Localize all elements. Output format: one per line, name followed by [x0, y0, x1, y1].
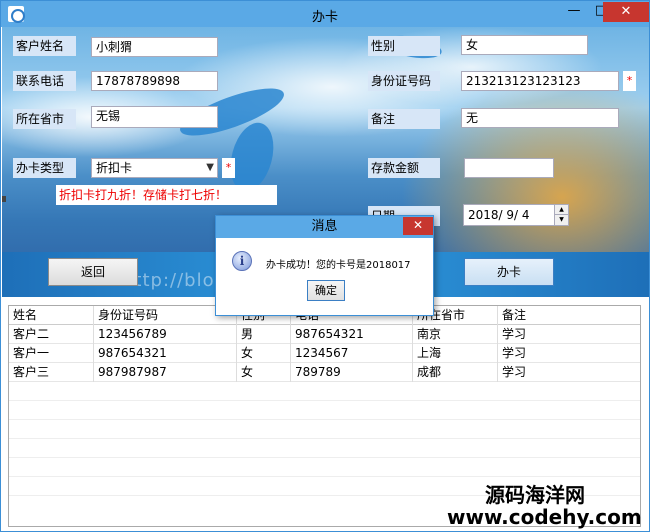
note-field[interactable]: 无 — [461, 108, 619, 128]
ok-button[interactable]: 确定 — [307, 280, 345, 301]
minimize-icon[interactable]: — — [560, 1, 588, 23]
deposit-field[interactable] — [464, 158, 554, 178]
empty-row — [9, 382, 640, 401]
deposit-label: 存款金额 — [368, 158, 440, 178]
empty-row — [9, 401, 640, 420]
cell-note: 学习 — [502, 365, 527, 379]
empty-row — [9, 420, 640, 439]
id-required-mark: * — [623, 71, 636, 91]
dialog-title: 消息 — [216, 216, 433, 238]
site-watermark-cn: 源码海洋网 — [485, 483, 585, 507]
card-type-value: 折扣卡 — [96, 161, 133, 175]
cell-phone: 1234567 — [291, 344, 413, 363]
window-title: 办卡 — [311, 10, 338, 25]
empty-row — [9, 439, 640, 458]
cell-gender: 女 — [237, 363, 291, 382]
gender-label: 性别 — [368, 36, 440, 56]
gender-field[interactable]: 女 — [461, 35, 588, 55]
name-label: 客户姓名 — [13, 36, 76, 56]
card-type-select[interactable]: 折扣卡 ▼ — [91, 158, 218, 178]
cell-id: 987654321 — [94, 344, 237, 363]
discount-hint: 折扣卡打九折！存储卡打七折！ — [56, 185, 277, 205]
cell-city: 成都 — [413, 363, 498, 382]
cell-note: 学习 — [502, 346, 527, 360]
dialog-close-icon[interactable]: ✕ — [403, 217, 433, 235]
cell-note: 学习 — [502, 327, 527, 341]
cell-phone: 789789 — [291, 363, 413, 382]
site-watermark-url: www.codehy.com — [447, 505, 642, 529]
cell-gender: 女 — [237, 344, 291, 363]
cell-name: 客户三 — [9, 363, 94, 382]
cell-gender: 男 — [237, 325, 291, 344]
header-name[interactable]: 姓名 — [9, 306, 94, 325]
dialog-message: 办卡成功！您的卡号是2018017 — [266, 260, 411, 271]
id-number-label: 身份证号码 — [368, 71, 440, 91]
phone-field[interactable]: 17878789898 — [91, 71, 218, 91]
card-type-label: 办卡类型 — [13, 158, 76, 178]
header-note[interactable]: 备注 — [498, 306, 640, 325]
edge-marker — [2, 196, 6, 202]
title-bar: 办卡 — □ ✕ — [1, 1, 649, 27]
table-row[interactable]: 客户三 987987987 女 789789 成都 学习 — [9, 363, 640, 382]
id-number-field[interactable]: 213213123123123 — [461, 71, 619, 91]
table-row[interactable]: 客户二 123456789 男 987654321 南京 学习 — [9, 325, 640, 344]
note-label: 备注 — [368, 109, 440, 129]
phone-label: 联系电话 — [13, 71, 76, 91]
main-window: 办卡 — □ ✕ http://blog.csdn.net/... 客户姓名 小… — [0, 0, 650, 532]
city-field[interactable]: 无锡 — [91, 106, 218, 128]
cell-name: 客户二 — [9, 325, 94, 344]
message-dialog: 消息 ✕ i 办卡成功！您的卡号是2018017 确定 — [215, 215, 434, 316]
spinner-down-icon[interactable]: ▼ — [554, 215, 568, 225]
date-value: 2018/ 9/ 4 — [468, 208, 530, 222]
close-icon[interactable]: ✕ — [603, 2, 649, 22]
city-label: 所在省市 — [13, 109, 76, 129]
table-row[interactable]: 客户一 987654321 女 1234567 上海 学习 — [9, 344, 640, 363]
cell-id: 987987987 — [94, 363, 237, 382]
empty-row — [9, 458, 640, 477]
cell-name: 客户一 — [9, 344, 94, 363]
chevron-down-icon: ▼ — [206, 162, 214, 173]
submit-card-button[interactable]: 办卡 — [464, 258, 554, 286]
cell-phone: 987654321 — [291, 325, 413, 344]
cell-city: 南京 — [413, 325, 498, 344]
cell-city: 上海 — [413, 344, 498, 363]
name-field[interactable]: 小刺猬 — [91, 37, 218, 57]
card-type-required-mark: * — [222, 158, 235, 178]
cell-id: 123456789 — [94, 325, 237, 344]
date-picker[interactable]: 2018/ 9/ 4 ▲ ▼ — [463, 204, 569, 226]
back-button[interactable]: 返回 — [48, 258, 138, 286]
spinner-up-icon[interactable]: ▲ — [554, 205, 568, 215]
info-icon: i — [232, 251, 252, 271]
